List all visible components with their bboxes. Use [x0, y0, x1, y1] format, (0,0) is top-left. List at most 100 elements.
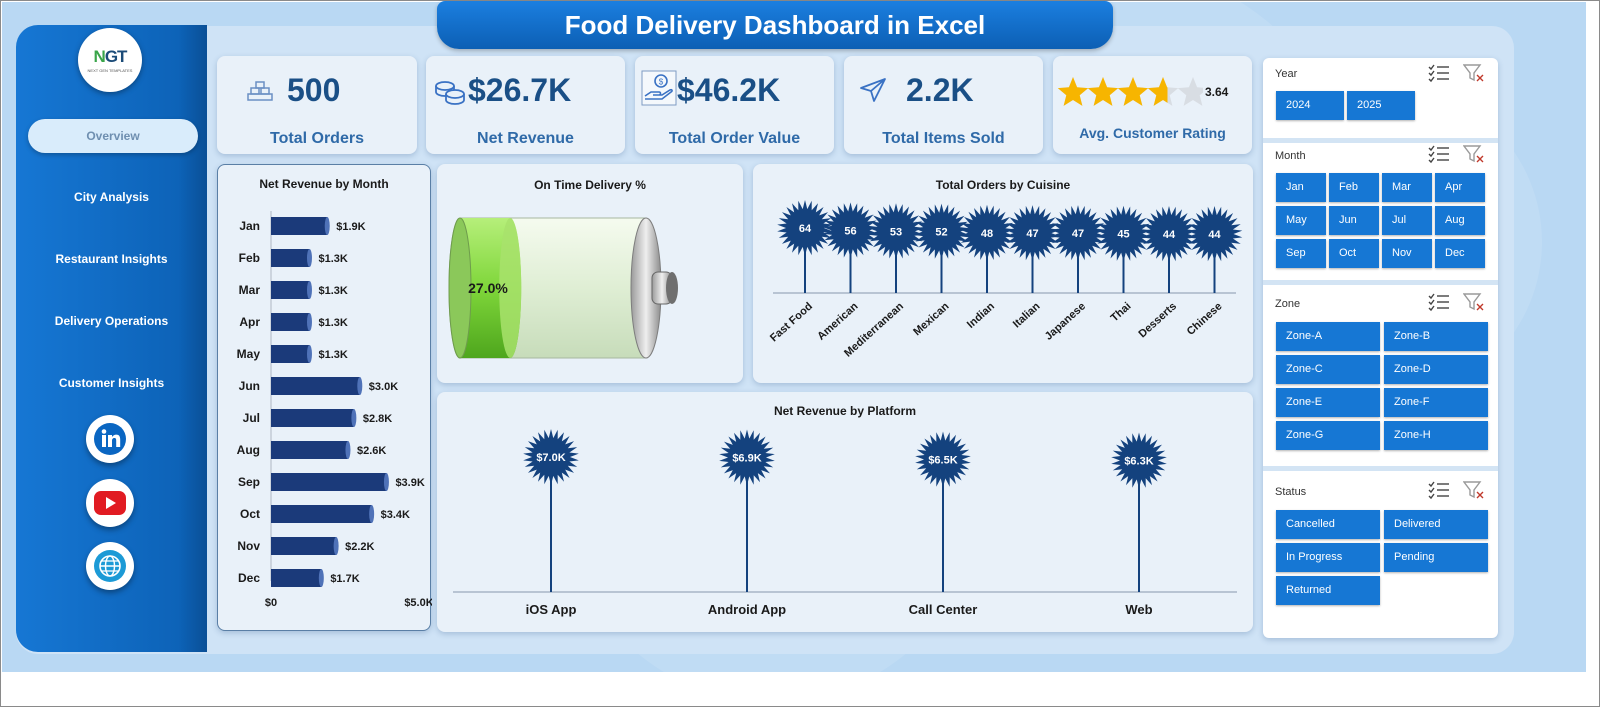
- platform-value-label: $7.0K: [536, 452, 565, 464]
- cuisine-category-label: Thai: [1109, 300, 1134, 324]
- slicer-month-dec[interactable]: Dec: [1435, 239, 1485, 268]
- month-bar: [271, 441, 348, 459]
- slicer-status-returned[interactable]: Returned: [1276, 576, 1380, 605]
- month-bar-cap: [318, 569, 324, 587]
- nav-overview-button[interactable]: Overview: [28, 119, 198, 153]
- slicer-month-nov[interactable]: Nov: [1382, 239, 1432, 268]
- on-time-value-label: 27.0%: [468, 280, 508, 296]
- slicer-month-mar[interactable]: Mar: [1382, 173, 1432, 202]
- battery-terminal-face: [666, 272, 678, 304]
- slicer-zone-zone-f[interactable]: Zone-F: [1384, 388, 1488, 417]
- linkedin-button[interactable]: [86, 415, 134, 463]
- orders-by-cuisine-chart: 64Fast Food56American53Mediterranean52Me…: [768, 200, 1243, 360]
- slicer-zone-zone-d[interactable]: Zone-D: [1384, 355, 1488, 384]
- multi-select-icon[interactable]: [1428, 292, 1450, 312]
- month-category-label: Oct: [240, 507, 260, 521]
- kpi-net-revenue-label: Net Revenue: [477, 130, 574, 147]
- platform-category-label: Web: [1125, 602, 1152, 617]
- month-bar-cap: [351, 409, 357, 427]
- slicer-year-2025[interactable]: 2025: [1347, 91, 1415, 120]
- slicer-status-delivered[interactable]: Delivered: [1384, 510, 1488, 539]
- month-bar: [271, 249, 310, 267]
- month-bar-cap: [333, 537, 339, 555]
- clear-filter-icon[interactable]: [1463, 480, 1485, 500]
- slicer-zone-zone-b[interactable]: Zone-B: [1384, 322, 1488, 351]
- coins-icon: [435, 81, 465, 105]
- slicer-zone-zone-a[interactable]: Zone-A: [1276, 322, 1380, 351]
- month-category-label: Jul: [243, 411, 260, 425]
- slicer-month-apr[interactable]: Apr: [1435, 173, 1485, 202]
- slicer-divider: [1263, 280, 1498, 285]
- kpi-rating-value: 3.64: [1205, 85, 1229, 99]
- kpi-rating-label: Avg. Customer Rating: [1079, 125, 1226, 141]
- month-value-label: $3.0K: [369, 381, 398, 393]
- slicer-month-jul[interactable]: Jul: [1382, 206, 1432, 235]
- slicer-year-2024[interactable]: 2024: [1276, 91, 1344, 120]
- kpi-total-orders-value: 500: [287, 72, 341, 108]
- month-value-label: $2.2K: [345, 541, 374, 553]
- slicer-panel: Year Month Zone Status 2024 2025 Jan Feb Mar…: [1263, 58, 1498, 638]
- ngt-logo[interactable]: NGT NEXT GEN TEMPLATES: [78, 28, 142, 92]
- website-icon: [94, 550, 126, 582]
- month-bar: [271, 313, 310, 331]
- platform-category-label: Call Center: [909, 602, 978, 617]
- slicer-month-may[interactable]: May: [1276, 206, 1326, 235]
- kpi-total-order-value-value: $46.2K: [677, 72, 781, 108]
- month-category-label: Feb: [239, 251, 260, 265]
- slicer-month-jan[interactable]: Jan: [1276, 173, 1326, 202]
- slicer-status-in-progress[interactable]: In Progress: [1276, 543, 1380, 572]
- kpi-total-orders-label: Total Orders: [270, 130, 364, 147]
- slicer-month-jun[interactable]: Jun: [1329, 206, 1379, 235]
- youtube-button[interactable]: [86, 479, 134, 527]
- clear-filter-icon[interactable]: [1463, 144, 1485, 164]
- month-category-label: May: [237, 347, 261, 361]
- nav-delivery-operations-button[interactable]: Delivery Operations: [16, 314, 207, 328]
- cuisine-value-label: 53: [890, 226, 902, 238]
- month-category-label: Nov: [237, 539, 260, 553]
- cuisine-value-label: 48: [981, 228, 993, 240]
- slicer-month-oct[interactable]: Oct: [1329, 239, 1379, 268]
- cuisine-category-label: Chinese: [1185, 300, 1225, 338]
- month-bar: [271, 537, 337, 555]
- kpi-card-total-items-sold: 2.2K Total Items Sold: [844, 56, 1043, 154]
- revenue-by-month-card: Net Revenue by Month Jan $1.9K Feb $1.3K Mar…: [217, 164, 432, 631]
- slicer-status-cancelled[interactable]: Cancelled: [1276, 510, 1380, 539]
- multi-select-icon[interactable]: [1428, 144, 1450, 164]
- slicer-month-feb[interactable]: Feb: [1329, 173, 1379, 202]
- month-value-label: $1.7K: [330, 573, 359, 585]
- linkedin-icon: [94, 423, 126, 455]
- slicer-status-pending[interactable]: Pending: [1384, 543, 1488, 572]
- kpi-total-items-sold-value: 2.2K: [906, 72, 974, 108]
- month-bar: [271, 505, 372, 523]
- nav-restaurant-insights-button[interactable]: Restaurant Insights: [16, 252, 207, 266]
- multi-select-icon[interactable]: [1428, 480, 1450, 500]
- month-value-label: $2.8K: [363, 413, 392, 425]
- slicer-zone-zone-e[interactable]: Zone-E: [1276, 388, 1380, 417]
- slicer-zone-zone-g[interactable]: Zone-G: [1276, 421, 1380, 450]
- month-bar-cap: [324, 217, 330, 235]
- website-button[interactable]: [86, 542, 134, 590]
- multi-select-icon[interactable]: [1428, 63, 1450, 83]
- month-category-label: Mar: [239, 283, 261, 297]
- money-hand-icon: $: [641, 70, 677, 106]
- cuisine-value-label: 44: [1208, 229, 1221, 241]
- kpi-total-items-sold-label: Total Items Sold: [882, 130, 1005, 147]
- nav-customer-insights-button[interactable]: Customer Insights: [16, 376, 207, 390]
- on-time-delivery-card: On Time Delivery % 27.0%: [437, 164, 743, 383]
- month-bar-cap: [357, 377, 363, 395]
- month-bar-cap: [369, 505, 375, 523]
- slicer-status-title: Status: [1275, 486, 1307, 498]
- clear-filter-icon[interactable]: [1463, 292, 1485, 312]
- slicer-zone-zone-h[interactable]: Zone-H: [1384, 421, 1488, 450]
- nav-city-analysis-button[interactable]: City Analysis: [16, 190, 207, 204]
- slicer-month-aug[interactable]: Aug: [1435, 206, 1485, 235]
- revenue-by-platform-card: Net Revenue by Platform $7.0K iOS App $6.9…: [437, 392, 1253, 632]
- orders-by-cuisine-card: Total Orders by Cuisine 64 Fast Food 56 Ame…: [753, 164, 1253, 383]
- clear-filter-icon[interactable]: [1463, 63, 1485, 83]
- x-tick-label: $0: [265, 597, 277, 609]
- cuisine-value-label: 45: [1117, 229, 1129, 241]
- page-title: Food Delivery Dashboard in Excel: [564, 9, 986, 40]
- slicer-zone-zone-c[interactable]: Zone-C: [1276, 355, 1380, 384]
- slicer-month-sep[interactable]: Sep: [1276, 239, 1326, 268]
- platform-value-label: $6.3K: [1124, 456, 1153, 468]
